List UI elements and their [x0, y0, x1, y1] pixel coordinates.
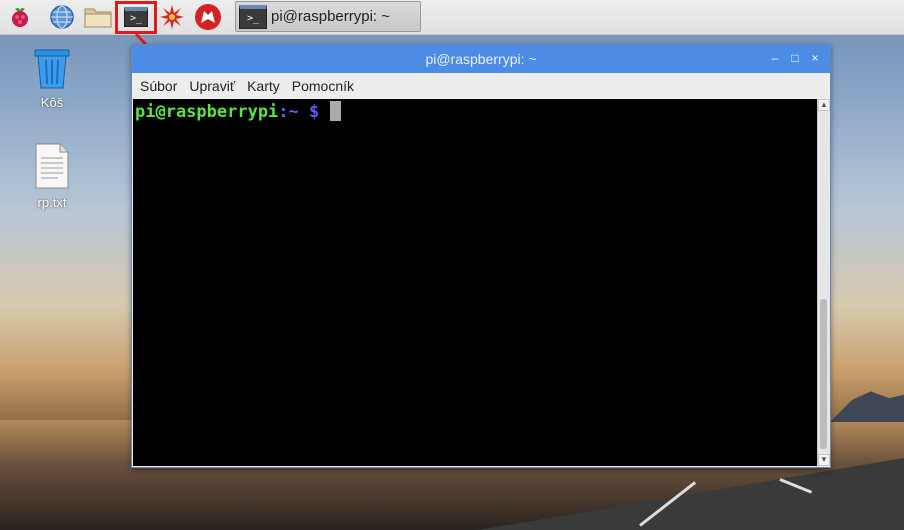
prompt-symbol: $: [309, 102, 320, 122]
file-label: rp.txt: [37, 195, 67, 210]
menu-edit[interactable]: Upraviť: [189, 78, 235, 94]
scroll-up-icon[interactable]: ▲: [818, 99, 830, 111]
taskbar-terminal-button[interactable]: >_ pi@raspberrypi: ~: [235, 1, 421, 32]
menu-bar: Súbor Upraviť Karty Pomocník: [132, 73, 830, 99]
globe-icon[interactable]: [48, 3, 76, 31]
shell-prompt: pi@raspberrypi:~ $: [135, 101, 341, 122]
text-cursor: [329, 101, 341, 121]
taskbar-task-title: pi@raspberrypi: ~: [271, 8, 391, 25]
prompt-user: pi@raspberrypi: [135, 102, 279, 122]
desktop-file[interactable]: rp.txt: [12, 142, 92, 210]
terminal-area[interactable]: pi@raspberrypi:~ $: [133, 99, 817, 466]
window-title: pi@raspberrypi: ~: [425, 51, 537, 67]
close-icon[interactable]: ×: [806, 49, 824, 67]
text-file-icon: [35, 143, 69, 189]
menu-file[interactable]: Súbor: [140, 78, 177, 94]
wallpaper-mountain: [830, 391, 904, 422]
desktop-trash[interactable]: Kôš: [12, 46, 92, 110]
menu-help[interactable]: Pomocník: [292, 78, 354, 94]
minimize-icon[interactable]: –: [766, 49, 784, 67]
window-titlebar[interactable]: pi@raspberrypi: ~ – □ ×: [132, 45, 830, 73]
trash-icon: [34, 49, 70, 89]
scroll-down-icon[interactable]: ▼: [818, 454, 830, 466]
menu-tabs[interactable]: Karty: [247, 78, 280, 94]
scrollbar-thumb[interactable]: [820, 299, 827, 449]
folder-icon[interactable]: [84, 3, 112, 31]
scrollbar[interactable]: ▲ ▼: [817, 99, 830, 466]
wolfram-icon[interactable]: [194, 3, 222, 31]
maximize-icon[interactable]: □: [786, 49, 804, 67]
raspberry-menu-icon[interactable]: [6, 3, 34, 31]
terminal-window: pi@raspberrypi: ~ – □ × Súbor Upraviť Ka…: [131, 44, 831, 468]
trash-label: Kôš: [40, 95, 64, 110]
burst-icon[interactable]: [158, 3, 186, 31]
prompt-path: :~: [278, 102, 299, 122]
